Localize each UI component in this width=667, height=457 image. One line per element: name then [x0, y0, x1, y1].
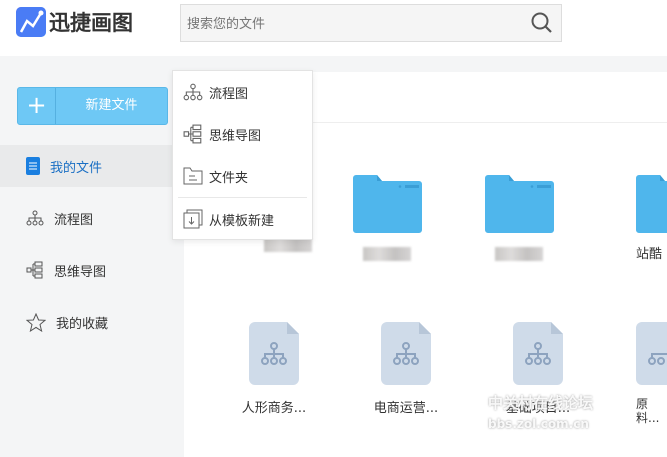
sidebar-item-mindmap[interactable]: 思维导图 [0, 249, 183, 291]
menu-item-label: 思维导图 [209, 128, 262, 144]
folder-name: 站酷 [636, 247, 663, 262]
file-name: 电商运营... [373, 401, 439, 416]
flowchart-icon [183, 83, 203, 101]
flowchart-icon [26, 210, 44, 226]
folder-outline-icon [183, 167, 203, 185]
sidebar-item-label: 流程图 [54, 212, 94, 228]
sidebar: + 新建文件 我的文件 流程图 思维导图 我的收藏 [0, 72, 183, 457]
star-icon [26, 312, 46, 332]
plus-icon: + [18, 88, 56, 124]
folder-icon [484, 175, 554, 233]
logo[interactable]: 迅捷画图 [16, 7, 133, 37]
folder-item[interactable] [337, 175, 437, 261]
folder-name-blurred [495, 247, 543, 261]
file-item[interactable]: 电商运营... [356, 322, 456, 416]
sidebar-item-label: 我的文件 [50, 160, 103, 176]
mindmap-icon [26, 261, 43, 279]
sidebar-item-favorites[interactable]: 我的收藏 [0, 301, 183, 343]
folder-name-blurred [264, 238, 312, 252]
folder-icon [636, 175, 667, 233]
new-file-dropdown: 流程图 思维导图 文件夹 从模板新建 [172, 70, 313, 240]
document-icon [26, 157, 40, 175]
menu-item-mindmap[interactable]: 思维导图 [173, 113, 312, 155]
search-icon[interactable] [531, 12, 553, 34]
new-file-button[interactable]: + 新建文件 [17, 87, 168, 125]
watermark-line1: 中关村在线论坛 [488, 394, 594, 412]
mindmap-icon [183, 124, 202, 144]
menu-item-label: 从模板新建 [209, 213, 275, 229]
template-icon [183, 209, 203, 229]
menu-item-folder[interactable]: 文件夹 [173, 155, 312, 197]
search-input[interactable] [187, 15, 561, 31]
sidebar-item-my-files[interactable]: 我的文件 [0, 145, 183, 187]
menu-item-flowchart[interactable]: 流程图 [173, 71, 312, 113]
sidebar-item-label: 我的收藏 [56, 316, 109, 332]
sidebar-item-flowchart[interactable]: 流程图 [0, 197, 183, 239]
watermark: 中关村在线论坛 bbs.zol.com.cn [460, 392, 640, 432]
flowchart-file-icon [513, 322, 563, 385]
sidebar-item-label: 思维导图 [54, 264, 107, 280]
menu-item-label: 流程图 [209, 86, 249, 102]
file-name: 原料... [636, 397, 660, 425]
flowchart-file-icon [381, 322, 431, 385]
header: 迅捷画图 [0, 0, 667, 56]
menu-item-from-template[interactable]: 从模板新建 [173, 198, 312, 240]
app-name: 迅捷画图 [49, 11, 133, 35]
file-name: 人形商务... [241, 401, 307, 416]
watermark-line2: bbs.zol.com.cn [488, 417, 589, 431]
folder-item[interactable] [469, 175, 569, 261]
search-box [180, 4, 562, 42]
flowchart-file-icon [249, 322, 299, 385]
flowchart-file-icon [636, 322, 667, 385]
file-item[interactable]: 人形商务... [224, 322, 324, 416]
file-item[interactable]: 原料... [636, 322, 667, 425]
new-file-label: 新建文件 [85, 98, 138, 113]
folder-name-blurred [363, 247, 411, 261]
folder-icon [352, 175, 422, 233]
logo-icon [16, 7, 46, 37]
menu-item-label: 文件夹 [209, 170, 249, 186]
folder-item[interactable]: 站酷 [636, 175, 667, 262]
